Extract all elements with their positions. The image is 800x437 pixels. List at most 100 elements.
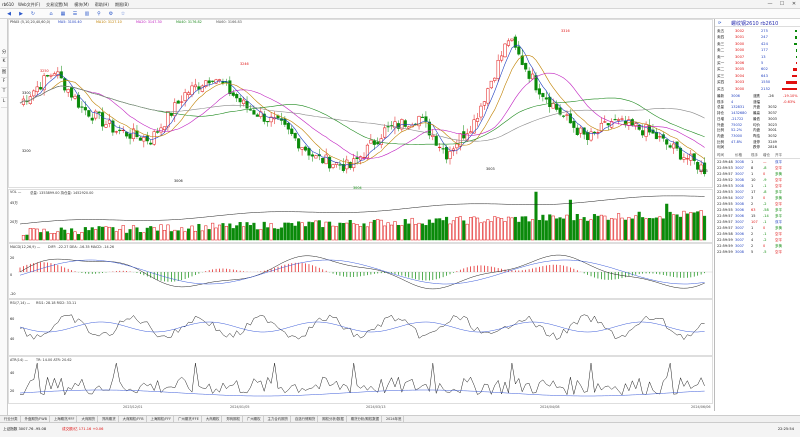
settings-icon[interactable]: ⚙	[106, 10, 116, 18]
volume-bar	[455, 217, 459, 241]
volume-bar	[283, 222, 287, 241]
candle-body	[307, 147, 311, 156]
trade-row[interactable]: 22:59:57 3006 15 -14 多平	[715, 214, 800, 220]
bid-row[interactable]: 买五 3000 2152	[715, 86, 800, 92]
volume-bar	[781, 87, 797, 90]
menu-item[interactable]: 交易设置(N)	[46, 2, 68, 8]
trade-row[interactable]: 22:59:59 3007 4 -2 空平	[715, 238, 800, 244]
candle-body	[403, 120, 407, 127]
chart-icon[interactable]: ▥	[82, 10, 92, 18]
trade-row[interactable]: 22:59:57 3007 1 0 多换	[715, 226, 800, 232]
bid-row[interactable]: 买三 3004 643	[715, 73, 800, 79]
forward-icon[interactable]: ▶	[16, 10, 26, 18]
price-annotation: 3006	[174, 179, 183, 183]
volume-bar	[231, 228, 235, 241]
trade-row[interactable]: 22:59:59 3007 2 0 多换	[715, 244, 800, 250]
volume-bar	[548, 214, 552, 241]
ma-line	[19, 85, 705, 142]
menu-item[interactable]: 帮助(H)	[95, 2, 109, 8]
ask-row[interactable]: 卖五 3002 275	[715, 28, 800, 34]
candle-body	[52, 73, 56, 76]
volume-bar	[152, 227, 156, 241]
volume-bar	[451, 220, 455, 241]
atr-tick: 40	[10, 371, 15, 375]
candle-body	[324, 154, 328, 165]
ma10-label: MA10: 3127.10	[96, 20, 122, 24]
left-tab[interactable]: 图	[1, 69, 7, 78]
volume-bar	[496, 217, 500, 241]
ma-line	[19, 85, 705, 146]
volume-bar	[503, 221, 507, 241]
star-icon[interactable]: ☆	[118, 10, 128, 18]
trade-row[interactable]: 22:59:57 3007 1 0 多换	[715, 172, 800, 178]
atr-tick: 20	[10, 389, 15, 393]
trade-row[interactable]: 22:59:54 3007 3 0 多换	[715, 196, 800, 202]
contract-title: 螺纹钢2610 rb2610	[731, 21, 779, 27]
chart-area[interactable]: PMA5 (5,10,20,40,60,0) MA5: 3100.40 MA10…	[8, 19, 713, 411]
atr-values: TR: 14.00 ATR: 20.62	[36, 358, 72, 362]
level-label: 买四	[717, 80, 725, 85]
refresh-icon[interactable]: ↻	[28, 10, 38, 18]
candle-body	[156, 131, 160, 133]
kline-chart[interactable]	[8, 19, 713, 411]
menu-item[interactable]: Web文件(F)	[18, 2, 40, 8]
candle-body	[142, 137, 146, 142]
candle-body	[97, 111, 101, 114]
volume-bar	[699, 210, 703, 241]
list-icon[interactable]: ☰	[70, 10, 80, 18]
left-tab-strip: 分 K 图 F T L	[0, 19, 8, 415]
trade-row[interactable]: 22:59:48 3008 1— 双平	[715, 160, 800, 166]
volume-bar	[424, 225, 428, 241]
trade-row[interactable]: 22:59:57 3007 107 -1 双平	[715, 220, 800, 226]
ask-row[interactable]: 卖四 3001 247	[715, 34, 800, 40]
ask-row[interactable]: 卖二 3000 177	[715, 47, 800, 53]
candle-body	[152, 131, 156, 145]
ask-row[interactable]: 卖三 3000 424	[715, 41, 800, 47]
trade-row[interactable]: 22:59:53 3008 1 -1 空平	[715, 184, 800, 190]
volume-bar	[379, 219, 383, 241]
bid-row[interactable]: 买二 3005 602	[715, 66, 800, 72]
trade-header-cell: 价格	[735, 153, 742, 157]
candle-body	[49, 74, 53, 77]
candle-body	[486, 88, 490, 104]
volume-bar	[589, 219, 593, 241]
volume-bar	[795, 36, 797, 39]
volume-bar	[87, 230, 91, 241]
candle-body	[531, 73, 535, 80]
trade-row[interactable]: 22:59:53 3007 17 -8 多平	[715, 190, 800, 196]
trade-row[interactable]: 22:59:53 3007 8 -8 空平	[715, 166, 800, 172]
left-tab[interactable]: L	[1, 99, 7, 108]
volume-bar	[204, 225, 208, 241]
grid-icon[interactable]: ▦	[58, 10, 68, 18]
left-tab[interactable]: F	[1, 79, 7, 88]
ask-row[interactable]: 卖一 3007 13	[715, 54, 800, 60]
candle-body	[187, 92, 191, 95]
candle-body	[579, 127, 583, 134]
menu-item[interactable]: 模块(M)	[74, 2, 89, 8]
volume-bar	[359, 226, 363, 241]
level-label: 卖二	[717, 48, 725, 53]
left-tab[interactable]: 分	[1, 49, 7, 58]
home-icon[interactable]: ⌂	[46, 10, 56, 18]
volume-bar	[255, 229, 259, 241]
back-icon[interactable]: ◀	[4, 10, 14, 18]
trade-row[interactable]: 22:59:59 3008 5 -5 空平	[715, 250, 800, 256]
bid-row[interactable]: 买一 3006 5	[715, 60, 800, 66]
volume-bar	[125, 232, 129, 241]
minimize-icon[interactable]: —	[764, 0, 776, 9]
close-icon[interactable]: ✕	[788, 0, 800, 9]
menu-item[interactable]: 期限(B)	[115, 2, 129, 8]
left-tab[interactable]: T	[1, 89, 7, 98]
volume-bar	[162, 230, 167, 241]
maximize-icon[interactable]: ☐	[776, 0, 788, 9]
left-tab[interactable]: K	[1, 59, 7, 68]
search-icon[interactable]: ⚲	[94, 10, 104, 18]
trade-row[interactable]: 22:59:55 3008 2 -2 空平	[715, 202, 800, 208]
trade-row[interactable]: 22:59:58 3006 2 -1 空平	[715, 232, 800, 238]
trade-row[interactable]: 22:59:52 3008 10 -9 空平	[715, 178, 800, 184]
bid-row[interactable]: 买四 3003 1550	[715, 79, 800, 85]
refresh-icon[interactable]: ⟳	[718, 20, 721, 25]
trade-row[interactable]: 22:59:55 3006 63 -58 多平	[715, 208, 800, 214]
candle-body	[266, 121, 270, 123]
volume-bar	[355, 224, 359, 241]
